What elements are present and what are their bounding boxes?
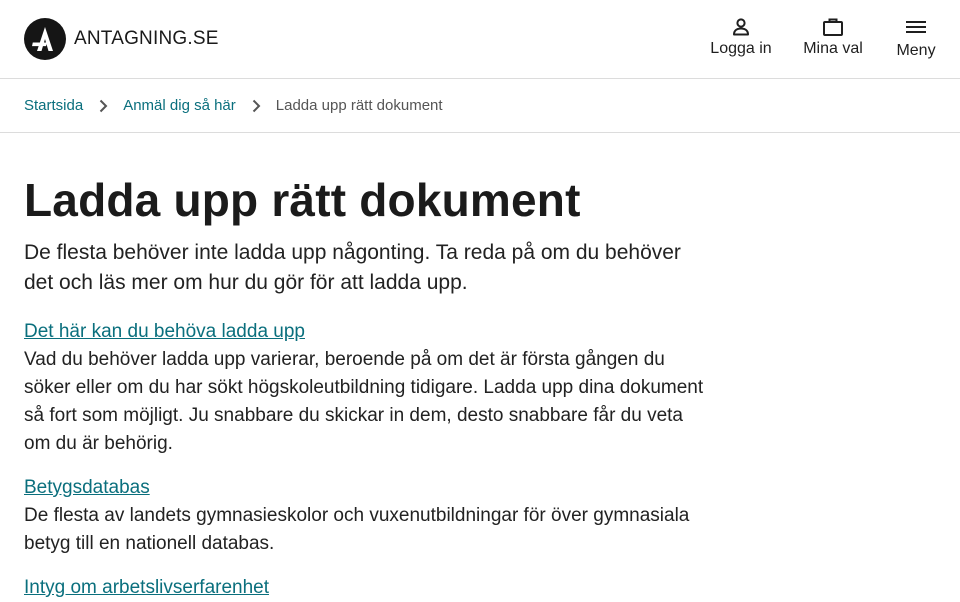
- section-work-experience: Intyg om arbetslivserfarenhet: [24, 574, 714, 602]
- link-grade-database[interactable]: Betygsdatabas: [24, 474, 150, 502]
- logo-mark-icon: [24, 18, 66, 60]
- section-text: Vad du behöver ladda upp varierar, beroe…: [24, 349, 704, 454]
- hamburger-icon: [906, 14, 926, 40]
- link-work-experience-certificate[interactable]: Intyg om arbetslivserfarenhet: [24, 574, 269, 602]
- site-header: ANTAGNING.SE Logga in Mina val Meny: [0, 0, 960, 79]
- menu-label: Meny: [896, 42, 936, 59]
- menu-button[interactable]: Meny: [892, 14, 940, 64]
- my-choices-button[interactable]: Mina val: [800, 14, 866, 64]
- chevron-right-icon: [95, 98, 111, 114]
- main-content: Ladda upp rätt dokument De flesta behöve…: [24, 168, 714, 602]
- briefcase-icon: [822, 14, 844, 40]
- breadcrumb-current: Ladda upp rätt dokument: [275, 97, 443, 114]
- section-grade-database: Betygsdatabas De flesta av landets gymna…: [24, 474, 714, 558]
- section-text: De flesta av landets gymnasieskolor och …: [24, 505, 690, 554]
- section-upload-docs: Det här kan du behöva ladda upp Vad du b…: [24, 318, 714, 458]
- link-documents-to-upload[interactable]: Det här kan du behöva ladda upp: [24, 318, 305, 346]
- user-icon: [731, 14, 751, 40]
- breadcrumb-link-home[interactable]: Startsida: [24, 97, 83, 114]
- logo-text: ANTAGNING.SE: [74, 28, 219, 49]
- login-label: Logga in: [710, 40, 772, 57]
- chevron-right-icon: [248, 98, 264, 114]
- breadcrumb-link-apply[interactable]: Anmäl dig så här: [123, 97, 236, 114]
- page-title: Ladda upp rätt dokument: [24, 174, 581, 226]
- page-lead: De flesta behöver inte ladda upp någonti…: [24, 241, 681, 294]
- login-button[interactable]: Logga in: [708, 14, 774, 64]
- breadcrumb: Startsida Anmäl dig så här Ladda upp rät…: [0, 79, 960, 133]
- site-logo[interactable]: ANTAGNING.SE: [24, 18, 219, 60]
- my-choices-label: Mina val: [803, 40, 863, 57]
